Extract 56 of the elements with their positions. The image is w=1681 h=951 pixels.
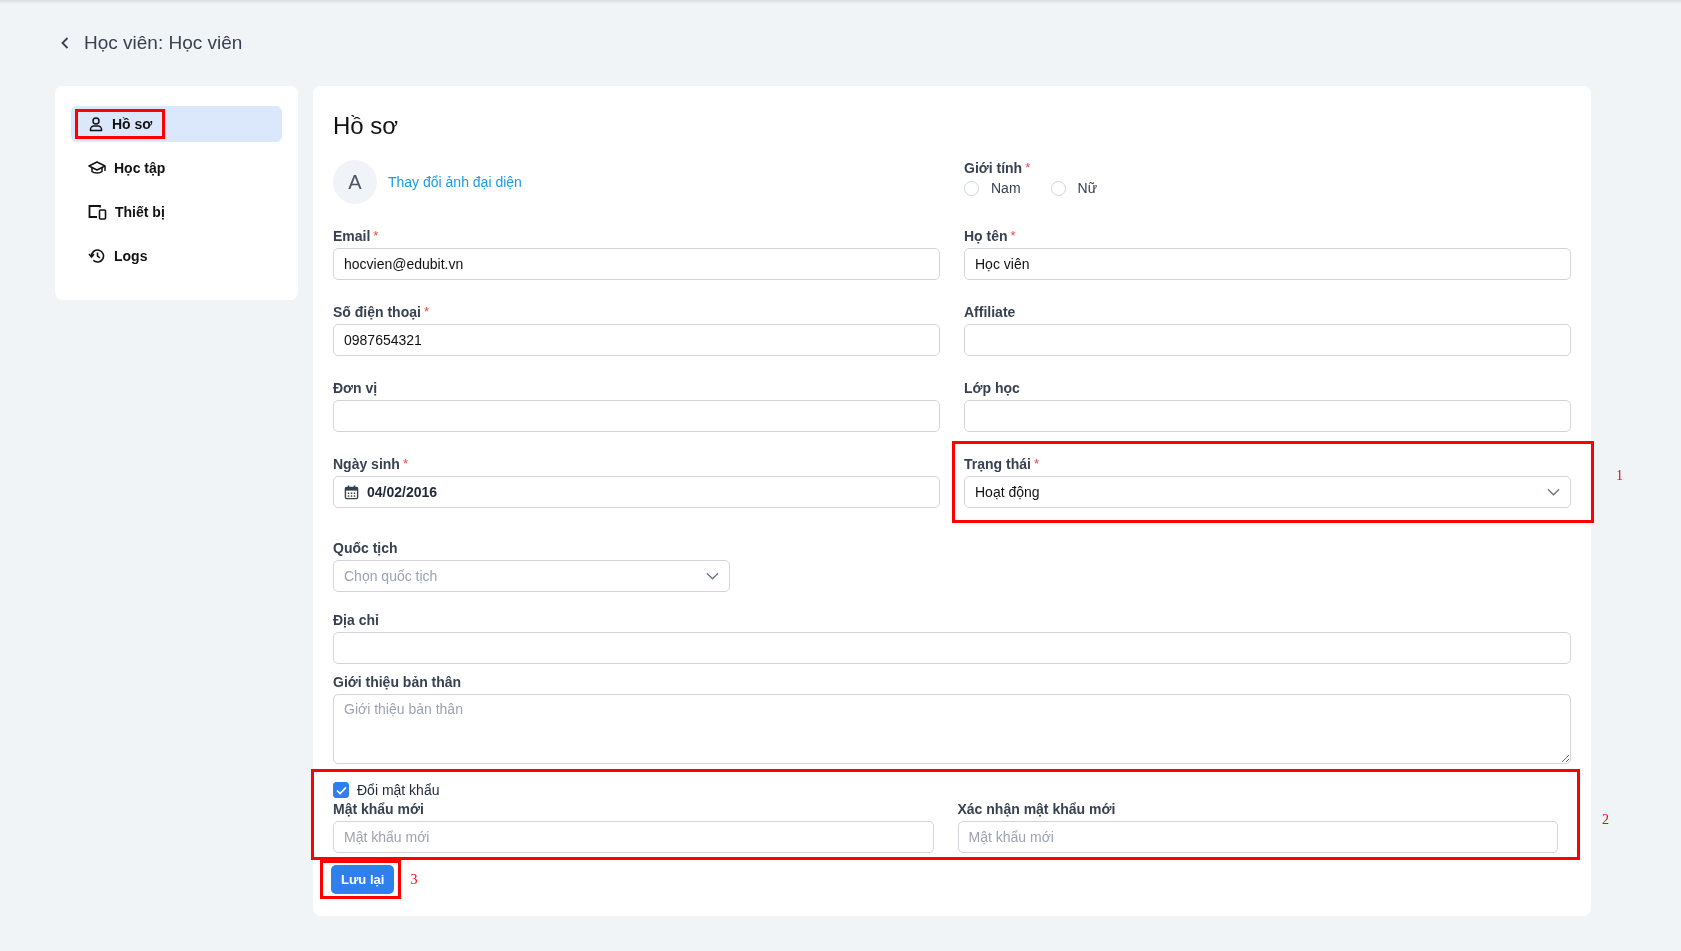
annotation-number: 1 [1616,468,1623,484]
text-area[interactable]: Giới thiệu bản thân [333,694,1571,764]
text-field[interactable] [333,632,1571,664]
text-field[interactable]: Học viên [964,248,1571,280]
field-label: Giới tính [964,160,1023,176]
field-label: Xác nhận mật khẩu mới [957,801,1116,817]
field-label: Họ tên [964,228,1008,244]
select-field[interactable]: Hoạt động [964,476,1571,508]
required-mark: * [1033,456,1039,472]
field-label: Giới thiệu bản thân [333,674,462,690]
graduation-cap-icon [88,160,106,176]
radio-option[interactable]: Nữ [1050,180,1098,196]
devices-icon [88,204,107,220]
text-field[interactable]: 0987654321 [333,324,940,356]
annotation-number: 3 [410,871,418,888]
text-field[interactable]: hocvien@edubit.vn [333,248,940,280]
field-label: Lớp học [964,380,1020,396]
required-mark: * [373,228,379,244]
password-field[interactable]: Mật khẩu mới [957,821,1558,853]
radio-option[interactable]: Nam [964,180,1021,196]
annotation-number: 2 [1602,812,1609,828]
required-mark: * [423,304,429,320]
page-title: Học viên: Học viên [84,32,243,54]
required-mark: * [1025,160,1031,176]
required-mark: * [1010,228,1016,244]
chevron-down-icon [706,572,719,580]
required-mark: * [402,456,408,472]
save-button[interactable]: Lưu lại [331,865,395,894]
field-label: Email [333,228,371,244]
text-field[interactable] [333,400,940,432]
back-chevron-icon[interactable] [61,37,69,49]
sidebar-item[interactable]: Thiết bị [71,194,282,230]
field-label: Mật khẩu mới [333,801,424,817]
date-field[interactable]: 04/02/2016 [333,476,940,508]
password-field[interactable]: Mật khẩu mới [333,821,934,853]
calendar-icon [344,484,359,500]
field-label: Đơn vị [333,380,378,396]
field-label: Trạng thái [964,456,1031,472]
checkmark-icon [335,785,347,795]
field-label: Affiliate [964,304,1016,320]
field-label: Ngày sinh [333,456,400,472]
field-label: Số điện thoại [333,304,421,320]
field-label: Địa chỉ [333,612,379,628]
sidebar-item[interactable]: Logs [71,238,282,274]
checkbox[interactable] [333,782,349,798]
text-field[interactable] [964,400,1571,432]
text-field[interactable] [964,324,1571,356]
sidebar-item[interactable]: Hồ sơ [71,106,282,142]
section-title: Hồ sơ [333,112,400,140]
history-icon [88,248,106,264]
field-label: Quốc tịch [333,540,398,556]
avatar-circle: A [333,160,377,204]
change-password-checkbox[interactable]: Đổi mật khẩu [333,782,1571,798]
person-icon [88,116,104,132]
chevron-down-icon [1547,488,1560,496]
sidebar-item[interactable]: Học tập [71,150,282,186]
